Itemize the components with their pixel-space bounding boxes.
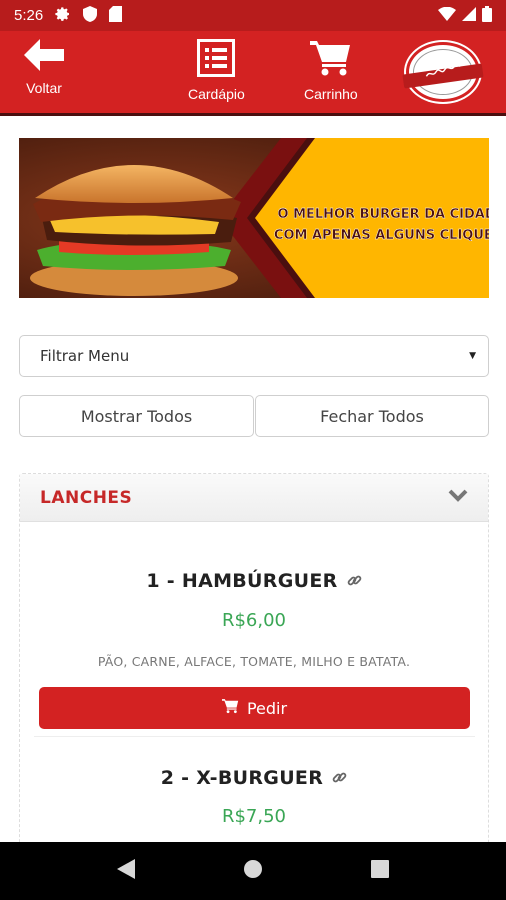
shield-icon — [83, 5, 98, 26]
promo-banner: O MELHOR BURGER DA CIDADE COM APENAS ALG… — [19, 138, 489, 298]
status-time: 5:26 — [14, 7, 44, 24]
close-all-label: Fechar Todos — [320, 406, 424, 426]
app-bar: Voltar Cardápio Carrinho — [0, 31, 506, 116]
battery-icon — [482, 5, 492, 26]
category-header[interactable]: LANCHES — [20, 474, 488, 522]
link-icon[interactable] — [332, 770, 347, 789]
menu-item-price: R$6,00 — [221, 610, 287, 631]
show-all-label: Mostrar Todos — [80, 406, 193, 426]
category-panel: LANCHES 1 - HAMBÚRGUER R$6,00 PÃO, CARNE… — [19, 473, 489, 842]
item-divider — [34, 736, 475, 737]
category-title: LANCHES — [40, 487, 133, 508]
content-area[interactable]: O MELHOR BURGER DA CIDADE COM APENAS ALG… — [0, 119, 506, 842]
sd-card-icon — [109, 5, 123, 26]
order-button[interactable]: Pedir — [39, 687, 470, 729]
chevron-down-icon[interactable] — [448, 488, 468, 507]
system-nav-bar — [0, 842, 506, 900]
back-label: Voltar — [26, 80, 62, 96]
gear-icon — [55, 6, 71, 26]
menu-filter-select[interactable]: Filtrar Menu ▼ — [19, 335, 489, 377]
menu-item-name: 2 - X-BURGUER — [160, 767, 324, 789]
menu-list-icon — [197, 39, 236, 80]
close-all-button[interactable]: Fechar Todos — [255, 395, 489, 437]
order-button-label: Pedir — [246, 698, 288, 718]
menu-item: 2 - X-BURGUER — [20, 767, 488, 789]
back-button[interactable]: Voltar — [24, 39, 64, 96]
filter-select-value: Filtrar Menu — [40, 347, 130, 365]
link-icon[interactable] — [347, 573, 362, 592]
arrow-left-icon — [24, 39, 64, 74]
cart-button[interactable]: Carrinho — [304, 39, 358, 102]
menu-item: 1 - HAMBÚRGUER — [20, 570, 488, 592]
menu-item-description-row: PÃO, CARNE, ALFACE, TOMATE, MILHO E BATA… — [20, 651, 488, 670]
show-all-button[interactable]: Mostrar Todos — [19, 395, 254, 437]
status-bar: 5:26 — [0, 0, 506, 31]
menu-item-description: PÃO, CARNE, ALFACE, TOMATE, MILHO E BATA… — [97, 654, 411, 669]
svg-text:COM APENAS ALGUNS CLIQUES!: COM APENAS ALGUNS CLIQUES! — [274, 228, 489, 243]
cart-icon — [309, 39, 352, 80]
caret-down-icon: ▼ — [469, 351, 476, 361]
cart-icon — [221, 698, 239, 718]
back-nav-icon[interactable] — [117, 859, 135, 883]
brand-logo — [402, 42, 484, 102]
cart-label: Carrinho — [304, 86, 358, 102]
menu-item-price-row: R$7,50 — [20, 806, 488, 827]
recents-nav-icon[interactable] — [371, 860, 389, 882]
menu-item-price-row: R$6,00 — [20, 610, 488, 631]
wifi-icon — [438, 6, 456, 25]
svg-text:O MELHOR BURGER DA CIDADE: O MELHOR BURGER DA CIDADE — [278, 207, 490, 222]
home-nav-icon[interactable] — [243, 859, 263, 883]
menu-item-price: R$7,50 — [221, 806, 287, 827]
menu-item-name: 1 - HAMBÚRGUER — [146, 570, 338, 592]
menu-button[interactable]: Cardápio — [188, 39, 245, 102]
menu-label: Cardápio — [188, 86, 245, 102]
signal-icon — [462, 6, 476, 25]
